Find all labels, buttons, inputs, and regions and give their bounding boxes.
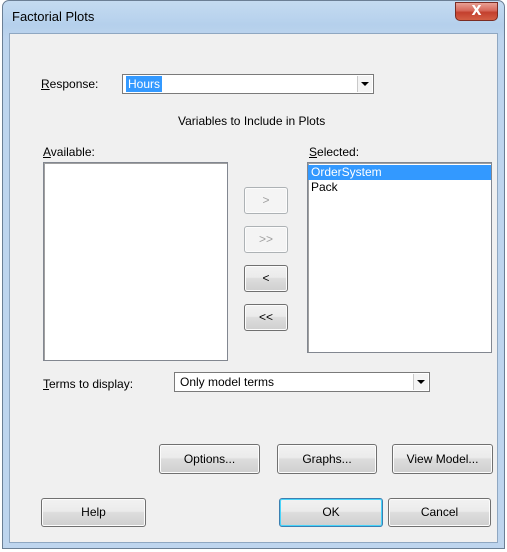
list-item-pack[interactable]: Pack: [308, 180, 491, 195]
cancel-button-label: Cancel: [420, 505, 459, 519]
remove-variable-label: <: [262, 271, 270, 285]
window-title: Factorial Plots: [12, 9, 95, 24]
response-value: Hours: [126, 76, 163, 92]
view-model-button[interactable]: View Model...: [392, 444, 493, 474]
add-variable-button[interactable]: >: [244, 187, 288, 214]
add-all-variables-label: >>: [258, 232, 273, 246]
remove-variable-button[interactable]: <: [244, 265, 288, 292]
title-bar[interactable]: Factorial Plots X: [3, 1, 504, 33]
list-item-ordersystem[interactable]: OrderSystem: [308, 165, 491, 180]
help-button[interactable]: Help: [41, 498, 146, 527]
terms-label: Terms to display:: [43, 377, 134, 391]
response-label-rest: esponse:: [49, 77, 99, 91]
close-icon: X: [471, 4, 482, 19]
available-label: Available:: [43, 145, 95, 159]
terms-value: Only model terms: [180, 375, 275, 389]
chevron-down-icon[interactable]: [357, 76, 372, 92]
variables-heading: Variables to Include in Plots: [178, 114, 326, 128]
help-button-label: Help: [81, 505, 106, 519]
available-listbox[interactable]: [43, 162, 228, 361]
graphs-button-label: Graphs...: [302, 452, 352, 466]
ok-button[interactable]: OK: [279, 498, 383, 527]
remove-all-variables-button[interactable]: <<: [244, 304, 288, 331]
selected-label: Selected:: [309, 145, 360, 159]
dialog-client-area: Response: Hours Variables to Include in …: [9, 33, 498, 543]
response-label: Response:: [41, 77, 99, 91]
chevron-down-icon[interactable]: [413, 374, 428, 390]
ok-button-label: OK: [322, 505, 340, 519]
options-button[interactable]: Options...: [159, 444, 260, 474]
graphs-button[interactable]: Graphs...: [277, 444, 377, 474]
add-all-variables-button[interactable]: >>: [244, 226, 288, 253]
close-button[interactable]: X: [455, 2, 498, 21]
cancel-button[interactable]: Cancel: [388, 498, 491, 527]
add-variable-label: >: [262, 193, 270, 207]
terms-dropdown[interactable]: Only model terms: [174, 372, 430, 392]
options-button-label: Options...: [183, 452, 236, 466]
selected-listbox[interactable]: OrderSystem Pack: [307, 162, 492, 353]
response-dropdown[interactable]: Hours: [122, 74, 374, 94]
dialog-window: Factorial Plots X Response: Hours Variab…: [2, 0, 505, 549]
view-model-button-label: View Model...: [406, 452, 479, 466]
remove-all-variables-label: <<: [258, 310, 273, 324]
